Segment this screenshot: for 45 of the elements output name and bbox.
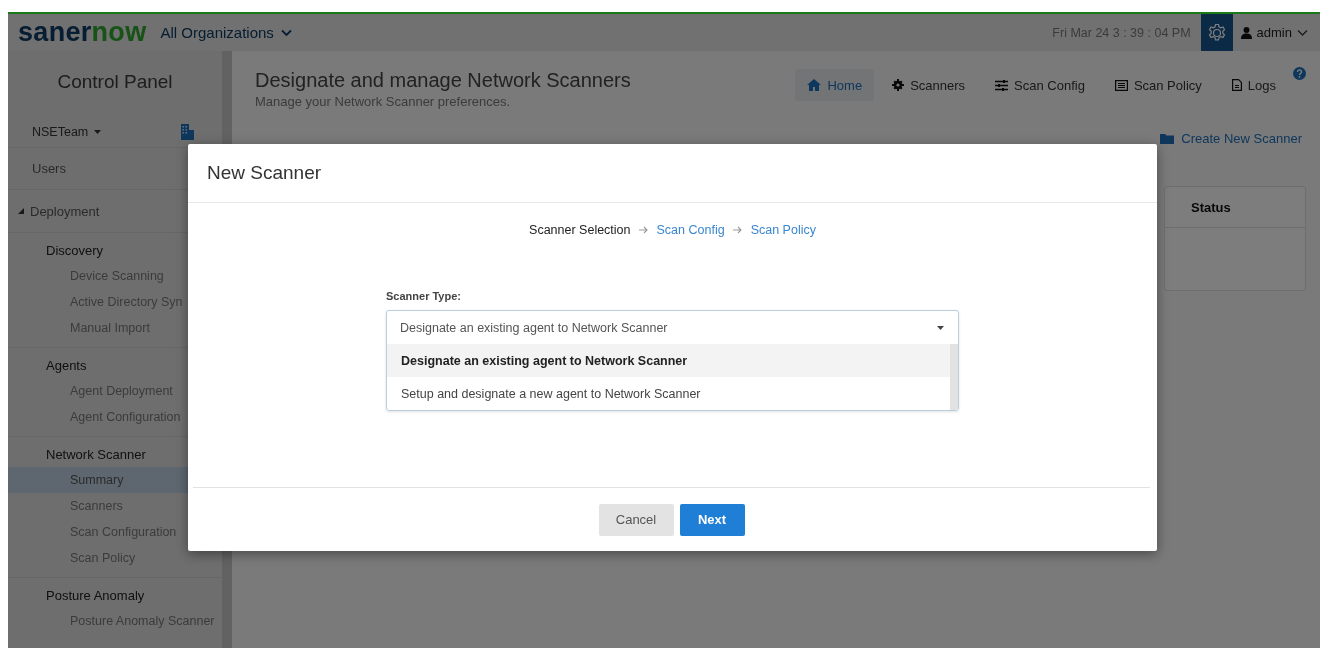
sliders-icon xyxy=(995,79,1009,91)
sidebar-title: Control Panel xyxy=(56,70,174,94)
cancel-button[interactable]: Cancel xyxy=(598,503,674,536)
scanner-type-dropdown[interactable]: Designate an existing agent to Network Scanner xyxy=(387,311,958,344)
wizard-step[interactable]: Scan Config xyxy=(656,223,725,237)
caret-icon xyxy=(94,130,102,134)
nav-tab[interactable]: Logs xyxy=(1219,69,1288,101)
arrow-icon xyxy=(638,226,649,234)
group-heading: Discovery xyxy=(45,242,105,260)
field-label: Scanner Type: xyxy=(386,290,462,302)
settings-button[interactable] xyxy=(1200,14,1233,51)
dropdown-option[interactable]: Setup and designate a new agent to Network Scanner xyxy=(387,377,950,410)
help-icon[interactable] xyxy=(1293,67,1306,80)
list-icon xyxy=(1114,79,1128,91)
building-icon[interactable] xyxy=(181,124,194,140)
nav-tab[interactable]: Scan Policy xyxy=(1102,69,1214,101)
dropdown-option[interactable]: Designate an existing agent to Network Scanner xyxy=(387,344,950,377)
organization-dropdown[interactable]: All Organizations xyxy=(160,24,292,41)
wizard-step[interactable]: Scan Policy xyxy=(750,223,816,237)
chevron-icon xyxy=(1297,28,1308,37)
caret-icon xyxy=(937,325,944,330)
logo: sanernow xyxy=(18,17,147,48)
group-heading: Posture Anomaly xyxy=(45,587,146,605)
wizard-step: Scanner Selection xyxy=(529,223,631,237)
folder-icon xyxy=(1160,133,1175,144)
group-heading: Agents xyxy=(45,357,88,375)
settings-icon xyxy=(1206,22,1227,43)
nav-tab[interactable]: Home xyxy=(795,69,875,101)
page-subtitle: Manage your Network Scanner preferences. xyxy=(255,94,512,109)
nav-tab[interactable]: Scan Config xyxy=(983,69,1097,101)
chevron-icon xyxy=(280,28,292,37)
create-scanner-link[interactable]: Create New Scanner xyxy=(1160,131,1302,146)
user-icon xyxy=(1240,26,1252,39)
column-header: Status xyxy=(1191,199,1231,215)
scrollbar[interactable] xyxy=(950,344,958,410)
gear-icon xyxy=(892,79,905,91)
team-dropdown[interactable]: NSETeam xyxy=(32,125,102,139)
user-menu[interactable]: admin xyxy=(1240,25,1308,40)
group-heading: Network Scanner xyxy=(45,446,147,464)
home-icon xyxy=(807,79,822,91)
arrow-icon xyxy=(732,226,743,234)
file-icon xyxy=(1231,79,1242,91)
nav-tab[interactable]: Scanners xyxy=(880,69,978,101)
next-button[interactable]: Next xyxy=(679,503,745,536)
page-title: Designate and manage Network Scanners xyxy=(255,69,631,92)
